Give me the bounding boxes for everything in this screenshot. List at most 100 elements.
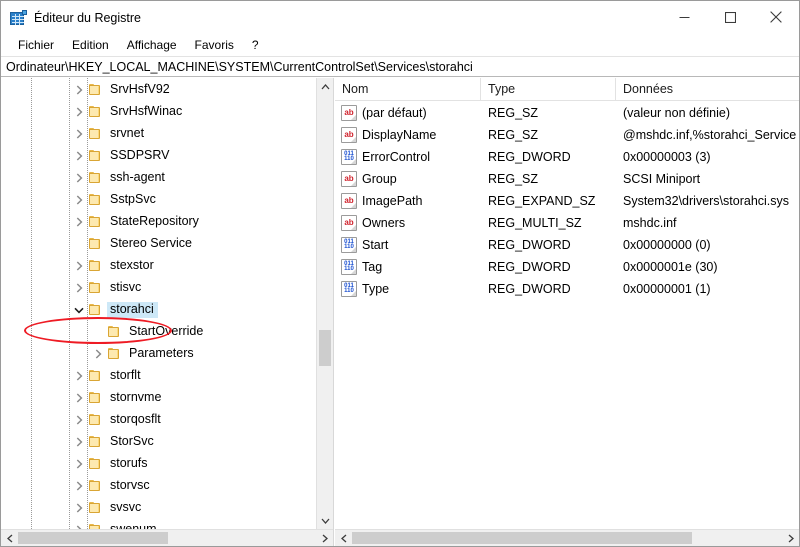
maximize-button[interactable] — [707, 1, 753, 33]
tree-item-staterepository[interactable]: StateRepository — [1, 211, 316, 233]
tree-item-stornvme[interactable]: stornvme — [1, 387, 316, 409]
tree-twisty-collapsed[interactable] — [71, 192, 87, 208]
tree-item-stexstor[interactable]: stexstor — [1, 255, 316, 277]
tree-twisty-collapsed[interactable] — [71, 148, 87, 164]
tree-item-label: svsvc — [110, 500, 142, 515]
value-row[interactable]: 011 110 Tag REG_DWORD 0x0000001e (30) — [335, 256, 799, 278]
value-name-cell: 011 110 ErrorControl — [335, 146, 481, 168]
menu-bar: Fichier Edition Affichage Favoris? — [1, 34, 799, 56]
tree-item-storahci[interactable]: storahci — [1, 299, 316, 321]
values-hscroll-thumb[interactable] — [352, 532, 692, 544]
menu-item-affichage[interactable]: Affichage — [118, 37, 186, 54]
tree-hscroll-track[interactable] — [18, 530, 316, 546]
scroll-right-button[interactable] — [782, 530, 799, 546]
tree-item-storsvc[interactable]: StorSvc — [1, 431, 316, 453]
tree-item-storvsc[interactable]: storvsc — [1, 475, 316, 497]
window-title: Éditeur du Registre — [34, 10, 142, 25]
tree-item-label: SstpSvc — [110, 192, 156, 207]
value-row[interactable]: ab DisplayName REG_SZ @mshdc.inf,%storahci_… — [335, 124, 799, 146]
column-header-nom[interactable]: Nom — [335, 78, 481, 100]
tree-scroll-track[interactable] — [317, 95, 333, 512]
tree-scroll-thumb[interactable] — [319, 330, 331, 366]
tree-item-label: storqosflt — [110, 412, 161, 427]
value-type: REG_SZ — [488, 106, 539, 120]
close-button[interactable] — [753, 1, 799, 33]
tree-item-label: ssh-agent — [110, 170, 165, 185]
tree-item-storflt[interactable]: storflt — [1, 365, 316, 387]
tree-twisty-collapsed[interactable] — [71, 456, 87, 472]
chevron-right-icon — [76, 85, 82, 95]
tree-leaf-spacer — [90, 324, 106, 340]
tree-item-label: stisvc — [110, 280, 142, 295]
value-row[interactable]: ab ImagePath REG_EXPAND_SZ System32\drivers… — [335, 190, 799, 212]
address-bar[interactable]: Ordinateur\HKEY_LOCAL_MACHINE\SYSTEM\Cur… — [1, 56, 799, 77]
tree-item-stisvc[interactable]: stisvc — [1, 277, 316, 299]
tree-twisty-collapsed[interactable] — [71, 126, 87, 142]
tree-twisty-collapsed[interactable] — [71, 170, 87, 186]
values-hscroll-track[interactable] — [352, 530, 782, 546]
tree-twisty-collapsed[interactable] — [71, 522, 87, 529]
values-horizontal-scrollbar[interactable] — [335, 529, 799, 546]
value-name-cell: ab DisplayName — [335, 124, 481, 146]
tree-twisty-collapsed[interactable] — [90, 346, 106, 362]
tree-twisty-collapsed[interactable] — [71, 390, 87, 406]
tree-item-startoverride[interactable]: StartOverride — [1, 321, 316, 343]
scroll-down-button[interactable] — [317, 512, 333, 529]
folder-icon — [87, 478, 103, 494]
tree-item-srvhsfwinac[interactable]: SrvHsfWinac — [1, 101, 316, 123]
scroll-right-button[interactable] — [316, 530, 333, 546]
chevron-right-icon — [322, 534, 328, 542]
value-name: Tag — [362, 260, 383, 274]
tree-vertical-scrollbar[interactable] — [316, 78, 333, 529]
value-row[interactable]: 011 110 Start REG_DWORD 0x00000000 (0) — [335, 234, 799, 256]
tree-twisty-collapsed[interactable] — [71, 412, 87, 428]
tree-item-stereo-service[interactable]: Stereo Service — [1, 233, 316, 255]
scroll-left-button[interactable] — [335, 530, 352, 546]
tree-twisty-collapsed[interactable] — [71, 82, 87, 98]
tree-twisty-collapsed[interactable] — [71, 214, 87, 230]
menu-item-favoris[interactable]: Favoris — [186, 37, 243, 54]
menu-item-edition[interactable]: Edition — [63, 37, 118, 54]
tree-item-storufs[interactable]: storufs — [1, 453, 316, 475]
tree-twisty-expanded[interactable] — [71, 302, 87, 318]
tree-twisty-collapsed[interactable] — [71, 478, 87, 494]
tree-twisty-collapsed[interactable] — [71, 258, 87, 274]
scroll-left-button[interactable] — [1, 530, 18, 546]
tree-horizontal-scrollbar[interactable] — [1, 529, 333, 546]
menu-item-fichier[interactable]: Fichier — [9, 37, 63, 54]
tree-item-ssh-agent[interactable]: ssh-agent — [1, 167, 316, 189]
tree-item-sstpsvc[interactable]: SstpSvc — [1, 189, 316, 211]
tree-item-swenum[interactable]: swenum — [1, 519, 316, 529]
tree-item-srvnet[interactable]: srvnet — [1, 123, 316, 145]
scroll-up-button[interactable] — [317, 78, 333, 95]
value-row[interactable]: ab (par défaut) REG_SZ (valeur non définie) — [335, 102, 799, 124]
tree-item-label: storahci — [107, 302, 158, 318]
tree-item-svsvc[interactable]: svsvc — [1, 497, 316, 519]
tree-item-storqosflt[interactable]: storqosflt — [1, 409, 316, 431]
tree-item-srvhsfv92[interactable]: SrvHsfV92 — [1, 79, 316, 101]
menu-item-[interactable]: ? — [243, 37, 268, 54]
tree-item-ssdpsrv[interactable]: SSDPSRV — [1, 145, 316, 167]
string-value-icon: ab — [341, 171, 357, 187]
tree-twisty-collapsed[interactable] — [71, 434, 87, 450]
tree-twisty-collapsed[interactable] — [71, 500, 87, 516]
tree-item-label: StartOverride — [129, 324, 204, 339]
value-row[interactable]: ab Owners REG_MULTI_SZ mshdc.inf — [335, 212, 799, 234]
minimize-button[interactable] — [661, 1, 707, 33]
column-header-type[interactable]: Type — [481, 78, 616, 100]
tree-twisty-collapsed[interactable] — [71, 280, 87, 296]
chevron-right-icon — [788, 534, 794, 542]
value-row[interactable]: ab Group REG_SZ SCSI Miniport — [335, 168, 799, 190]
tree-item-parameters[interactable]: Parameters — [1, 343, 316, 365]
value-name: DisplayName — [362, 128, 437, 142]
column-header-donn-es[interactable]: Données — [616, 78, 799, 100]
tree-twisty-collapsed[interactable] — [71, 104, 87, 120]
value-row[interactable]: 011 110 ErrorControl REG_DWORD 0x00000003 (3… — [335, 146, 799, 168]
tree-twisty-collapsed[interactable] — [71, 368, 87, 384]
tree-hscroll-thumb[interactable] — [18, 532, 168, 544]
value-row[interactable]: 011 110 Type REG_DWORD 0x00000001 (1) — [335, 278, 799, 300]
